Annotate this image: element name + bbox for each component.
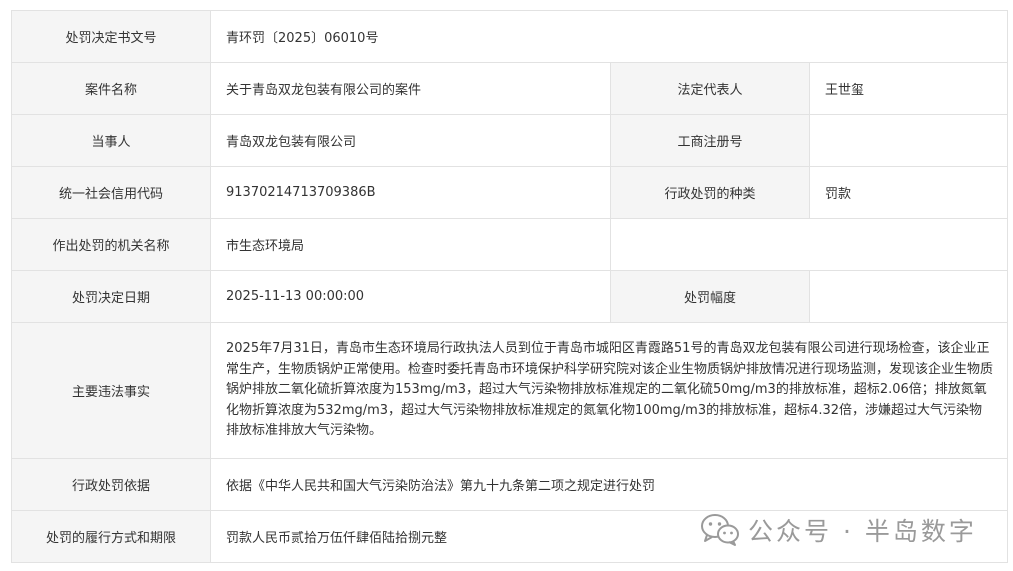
authority-row-empty <box>611 219 1008 271</box>
legal-rep-label: 法定代表人 <box>611 63 810 115</box>
biz-reg-no-value <box>810 115 1008 167</box>
decision-date-value: 2025-11-13 00:00:00 <box>211 271 611 323</box>
penalty-range-label: 处罚幅度 <box>611 271 810 323</box>
basis-label: 行政处罚依据 <box>12 459 211 511</box>
penalty-info-table: 处罚决定书文号 青环罚〔2025〕06010号 案件名称 关于青岛双龙包装有限公… <box>11 10 1008 563</box>
credit-code-label: 统一社会信用代码 <box>12 167 211 219</box>
decision-no-label: 处罚决定书文号 <box>12 11 211 63</box>
penalty-type-label: 行政处罚的种类 <box>611 167 810 219</box>
case-name-label: 案件名称 <box>12 63 211 115</box>
legal-rep-value: 王世玺 <box>810 63 1008 115</box>
penalty-range-value <box>810 271 1008 323</box>
penalty-type-value: 罚款 <box>810 167 1008 219</box>
authority-label: 作出处罚的机关名称 <box>12 219 211 271</box>
decision-no-value: 青环罚〔2025〕06010号 <box>211 11 1008 63</box>
facts-text: 2025年7月31日，青岛市生态环境局行政执法人员到位于青岛市城阳区青霞路51号… <box>226 341 994 439</box>
basis-value: 依据《中华人民共和国大气污染防治法》第九十九条第二项之规定进行处罚 <box>211 459 1008 511</box>
party-value: 青岛双龙包装有限公司 <box>211 115 611 167</box>
party-label: 当事人 <box>12 115 211 167</box>
credit-code-value: 91370214713709386B <box>211 167 611 219</box>
biz-reg-no-label: 工商注册号 <box>611 115 810 167</box>
execution-label: 处罚的履行方式和期限 <box>12 511 211 563</box>
facts-value: 2025年7月31日，青岛市生态环境局行政执法人员到位于青岛市城阳区青霞路51号… <box>211 323 1008 459</box>
case-name-value: 关于青岛双龙包装有限公司的案件 <box>211 63 611 115</box>
execution-value: 罚款人民币贰拾万伍仟肆佰陆拾捌元整 <box>211 511 1008 563</box>
facts-label: 主要违法事实 <box>12 323 211 459</box>
authority-value: 市生态环境局 <box>211 219 611 271</box>
decision-date-label: 处罚决定日期 <box>12 271 211 323</box>
